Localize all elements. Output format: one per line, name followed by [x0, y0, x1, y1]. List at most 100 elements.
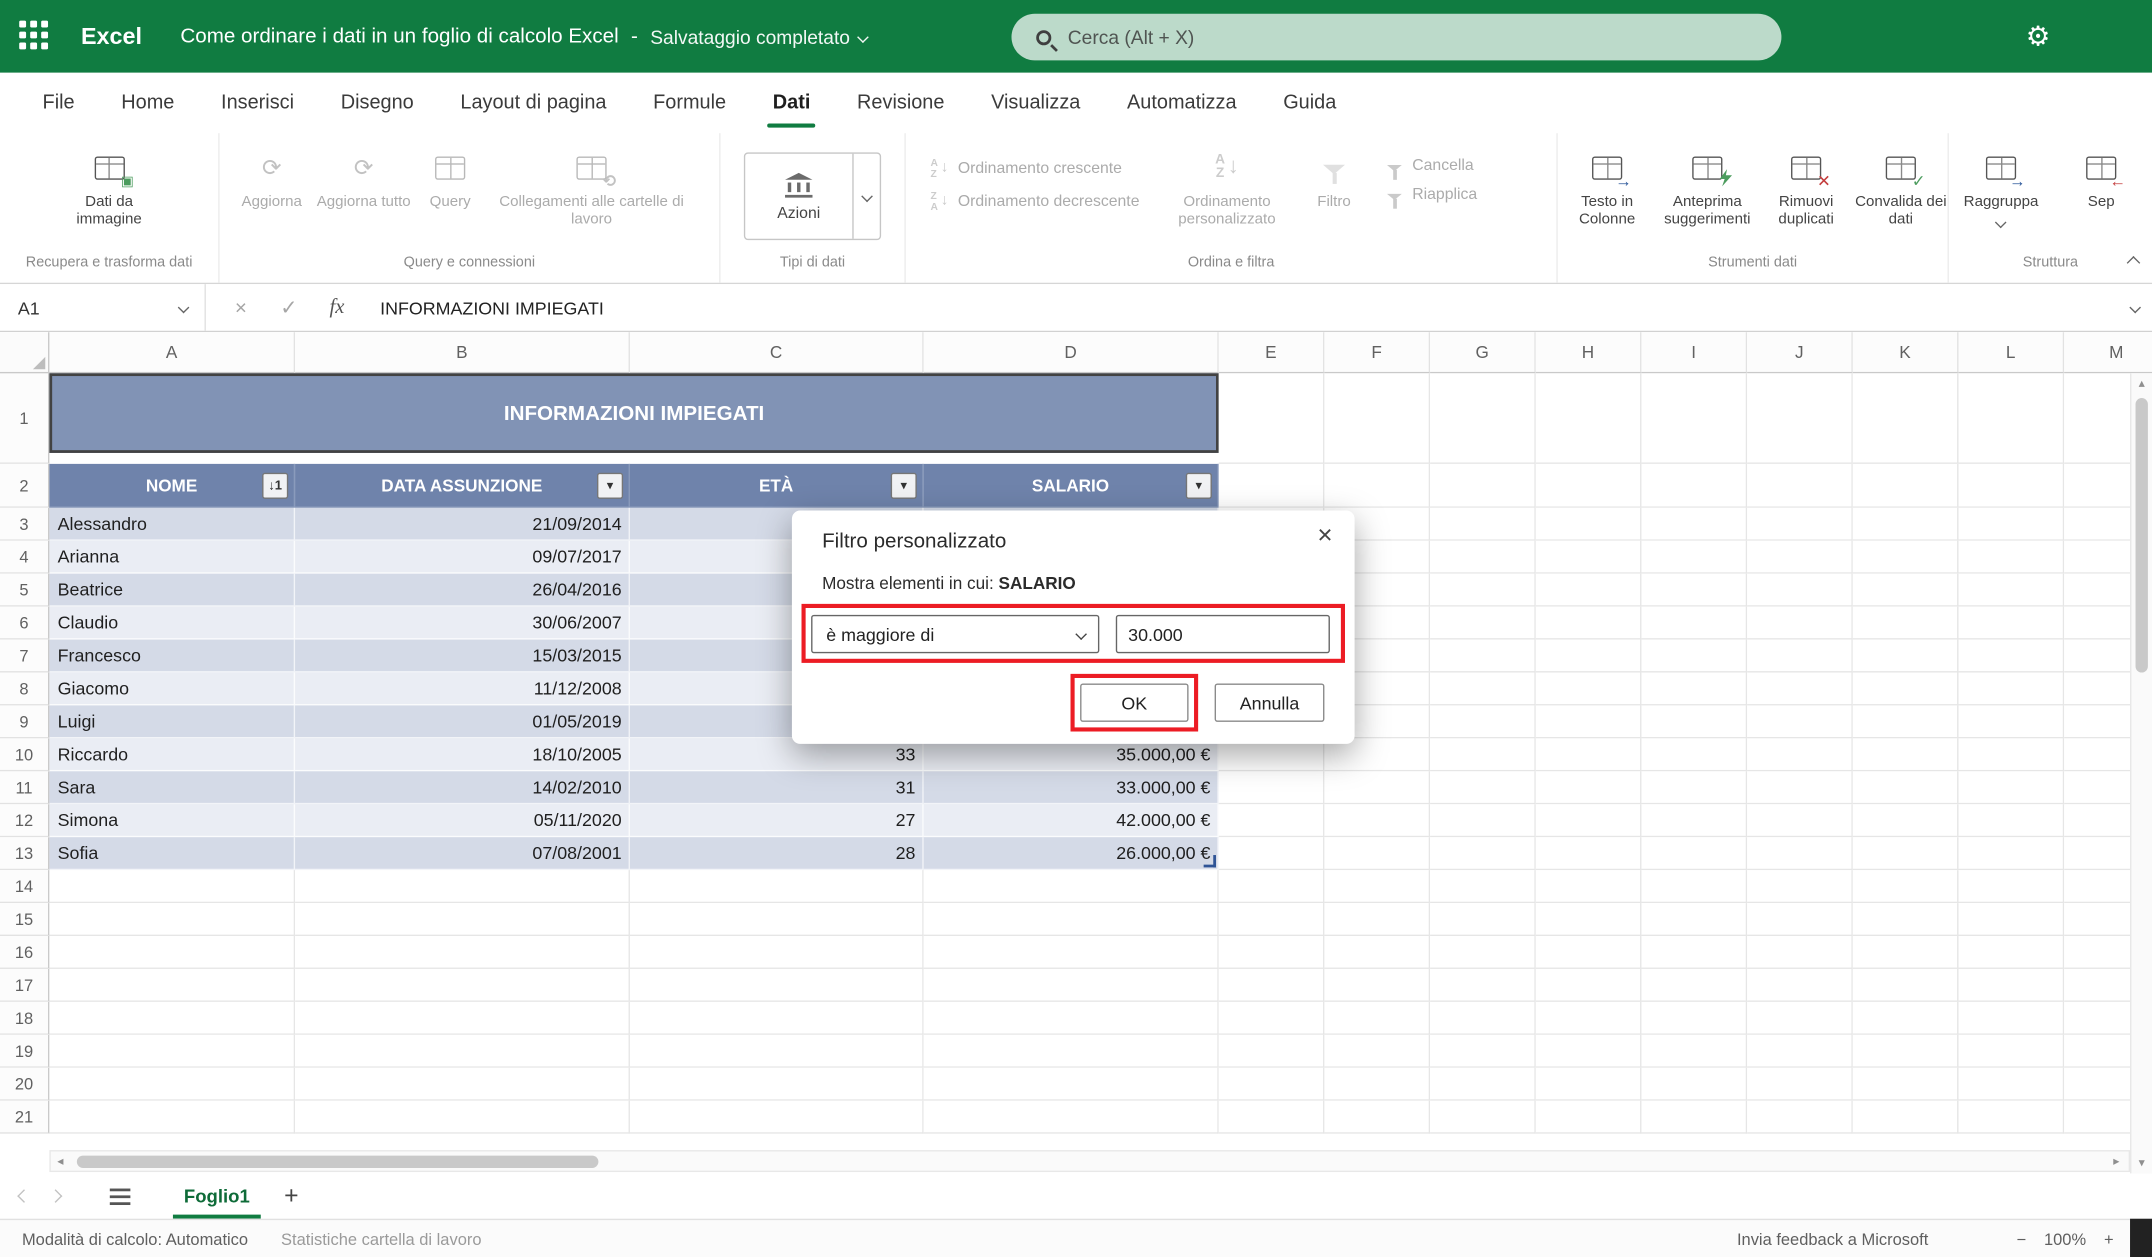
cell-J18[interactable]	[1747, 1002, 1853, 1035]
cell-C15[interactable]	[630, 903, 924, 936]
cell-K1[interactable]	[1853, 373, 1959, 464]
remove-duplicates-button[interactable]: ✕ Rimuovi duplicati	[1758, 141, 1854, 229]
cell-B15[interactable]	[295, 903, 630, 936]
cell-I12[interactable]	[1641, 804, 1747, 837]
cell-A5[interactable]: Beatrice	[49, 574, 295, 607]
search-input[interactable]	[1068, 26, 1713, 48]
cell-D15[interactable]	[924, 903, 1219, 936]
cell-K17[interactable]	[1853, 969, 1959, 1002]
cell-E18[interactable]	[1219, 1002, 1325, 1035]
column-header-G[interactable]: G	[1430, 332, 1536, 373]
confirm-entry-icon[interactable]: ✓	[265, 295, 313, 320]
cell-F16[interactable]	[1324, 936, 1430, 969]
cell-C19[interactable]	[630, 1035, 924, 1068]
ribbon-tab-home[interactable]: Home	[98, 73, 198, 133]
cell-I3[interactable]	[1641, 508, 1747, 541]
column-header-A[interactable]: A	[49, 332, 295, 373]
cell-B13[interactable]: 07/08/2001	[295, 837, 630, 870]
cell-H18[interactable]	[1536, 1002, 1642, 1035]
cell-L18[interactable]	[1958, 1002, 2064, 1035]
cell-L3[interactable]	[1958, 508, 2064, 541]
cell-B18[interactable]	[295, 1002, 630, 1035]
cell-H15[interactable]	[1536, 903, 1642, 936]
cell-J20[interactable]	[1747, 1068, 1853, 1101]
row-header-7[interactable]: 7	[0, 640, 49, 673]
cell-A21[interactable]	[49, 1101, 295, 1134]
cell-L4[interactable]	[1958, 541, 2064, 574]
cell-E1[interactable]	[1219, 373, 1325, 464]
cell-L14[interactable]	[1958, 870, 2064, 903]
cell-G13[interactable]	[1430, 837, 1536, 870]
ribbon-tab-file[interactable]: File	[19, 73, 98, 133]
cell-G16[interactable]	[1430, 936, 1536, 969]
filter-button-nome[interactable]: ↓1	[262, 472, 288, 498]
cell-D19[interactable]	[924, 1035, 1219, 1068]
data-validation-button[interactable]: ✓ Convalida dei dati	[1854, 141, 1947, 229]
table-title-cell[interactable]: INFORMAZIONI IMPIEGATI	[49, 373, 1218, 453]
cell-K7[interactable]	[1853, 640, 1959, 673]
cell-H4[interactable]	[1536, 541, 1642, 574]
row-header-3[interactable]: 3	[0, 508, 49, 541]
ribbon-tab-visualizza[interactable]: Visualizza	[968, 73, 1104, 133]
cell-B20[interactable]	[295, 1068, 630, 1101]
ribbon-tab-inserisci[interactable]: Inserisci	[198, 73, 318, 133]
cell-G14[interactable]	[1430, 870, 1536, 903]
ribbon-tab-automatizza[interactable]: Automatizza	[1104, 73, 1260, 133]
cell-H14[interactable]	[1536, 870, 1642, 903]
cell-G15[interactable]	[1430, 903, 1536, 936]
ribbon-tab-disegno[interactable]: Disegno	[317, 73, 437, 133]
previous-sheet-icon[interactable]	[17, 1189, 31, 1203]
cell-A20[interactable]	[49, 1068, 295, 1101]
row-header-13[interactable]: 13	[0, 837, 49, 870]
cell-E11[interactable]	[1219, 771, 1325, 804]
add-sheet-button[interactable]: +	[284, 1182, 298, 1211]
cell-K12[interactable]	[1853, 804, 1959, 837]
cell-L1[interactable]	[1958, 373, 2064, 464]
filter-command-button[interactable]: Filtro	[1293, 141, 1375, 211]
cell-B7[interactable]: 15/03/2015	[295, 640, 630, 673]
cell-A14[interactable]	[49, 870, 295, 903]
horizontal-scroll-thumb[interactable]	[77, 1155, 599, 1167]
cell-C17[interactable]	[630, 969, 924, 1002]
cell-J19[interactable]	[1747, 1035, 1853, 1068]
cell-A3[interactable]: Alessandro	[49, 508, 295, 541]
name-box[interactable]: A1	[0, 284, 206, 331]
column-header-B[interactable]: B	[295, 332, 630, 373]
cell-D20[interactable]	[924, 1068, 1219, 1101]
cell-F20[interactable]	[1324, 1068, 1430, 1101]
cell-I18[interactable]	[1641, 1002, 1747, 1035]
cell-E2[interactable]	[1219, 464, 1325, 508]
cell-K4[interactable]	[1853, 541, 1959, 574]
cell-I5[interactable]	[1641, 574, 1747, 607]
cell-C21[interactable]	[630, 1101, 924, 1134]
cell-I21[interactable]	[1641, 1101, 1747, 1134]
scroll-down-icon[interactable]: ▾	[2139, 1153, 2145, 1172]
cell-J12[interactable]	[1747, 804, 1853, 837]
cell-J17[interactable]	[1747, 969, 1853, 1002]
next-sheet-icon[interactable]	[49, 1189, 63, 1203]
ungroup-button[interactable]: ← Sep	[2053, 141, 2149, 211]
cell-D14[interactable]	[924, 870, 1219, 903]
row-header-2[interactable]: 2	[0, 464, 49, 508]
cell-J15[interactable]	[1747, 903, 1853, 936]
refresh-all-button[interactable]: ⟳ Aggiorna tutto	[316, 141, 412, 211]
cell-J21[interactable]	[1747, 1101, 1853, 1134]
cell-L19[interactable]	[1958, 1035, 2064, 1068]
cell-K11[interactable]	[1853, 771, 1959, 804]
cell-B21[interactable]	[295, 1101, 630, 1134]
cell-E13[interactable]	[1219, 837, 1325, 870]
cell-J14[interactable]	[1747, 870, 1853, 903]
cell-K19[interactable]	[1853, 1035, 1959, 1068]
cell-K10[interactable]	[1853, 738, 1959, 771]
cell-L15[interactable]	[1958, 903, 2064, 936]
close-icon[interactable]: ×	[1317, 522, 1332, 552]
column-header-H[interactable]: H	[1536, 332, 1642, 373]
cancel-button[interactable]: Annulla	[1215, 683, 1325, 721]
cell-G6[interactable]	[1430, 607, 1536, 640]
cell-H1[interactable]	[1536, 373, 1642, 464]
cell-H8[interactable]	[1536, 673, 1642, 706]
cell-E21[interactable]	[1219, 1101, 1325, 1134]
cell-I15[interactable]	[1641, 903, 1747, 936]
save-status[interactable]: Salvataggio completato	[650, 25, 867, 47]
cell-F1[interactable]	[1324, 373, 1430, 464]
